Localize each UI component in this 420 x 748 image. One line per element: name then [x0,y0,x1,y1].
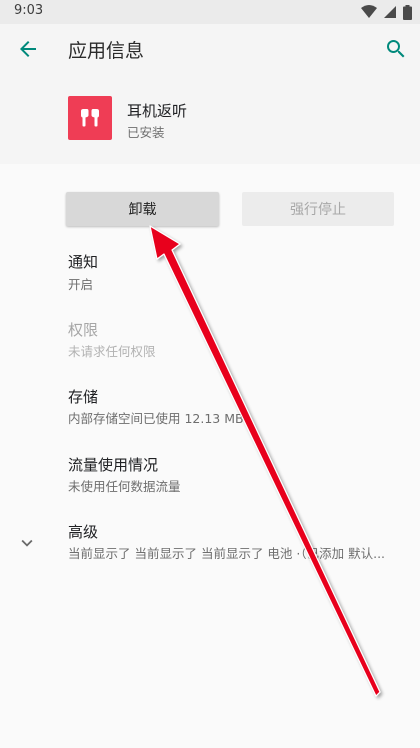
status-icons [361,3,412,21]
status-bar: 9:03 [0,0,420,24]
pref-storage-summary: 内部存储空间已使用 12.13 MB [68,411,244,426]
pref-advanced-summary: 当前显示了 当前显示了 当前显示了 电池 ·（已添加 默认... [68,546,386,561]
force-stop-button[interactable]: 强行停止 [242,192,394,226]
pref-notifications-summary: 开启 [68,277,94,292]
app-info-content: 卸载 强行停止 通知 开启 权限 未请求任何权限 存储 内部存储空间已使用 12… [0,164,420,748]
wifi-icon [361,5,377,18]
pref-notifications-title: 通知 [68,253,99,271]
signal-icon [384,6,396,18]
arrow-back-icon[interactable] [16,37,40,61]
search-icon[interactable] [384,37,408,61]
status-time: 9:03 [14,3,44,18]
pref-storage-title: 存储 [68,388,99,406]
battery-icon [403,4,412,20]
app-header: 耳机返听 已安装 [0,74,420,164]
app-bar: 应用信息 [0,24,420,74]
app-icon [68,96,112,140]
pref-data-usage-title: 流量使用情况 [68,456,159,474]
uninstall-button[interactable]: 卸载 [66,192,219,226]
pref-advanced-title: 高级 [68,523,99,541]
chevron-down-icon[interactable] [16,532,38,554]
pref-permissions-summary: 未请求任何权限 [68,344,156,359]
app-install-status: 已安装 [127,125,165,140]
page-title: 应用信息 [68,40,145,62]
pref-permissions-title: 权限 [68,321,99,339]
earbuds-icon [81,109,99,127]
pref-data-usage-summary: 未使用任何数据流量 [68,479,181,494]
app-name: 耳机返听 [127,102,188,120]
